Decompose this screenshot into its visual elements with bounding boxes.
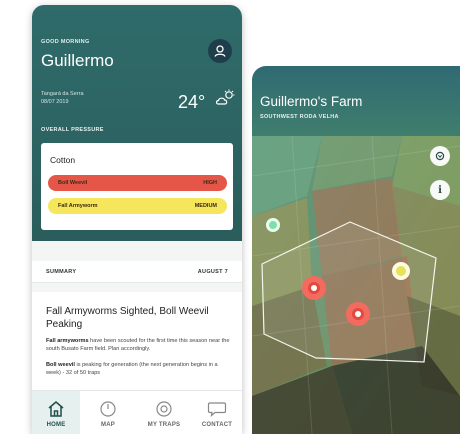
article-bold: Boll weevil xyxy=(46,362,75,368)
article-title: Fall Armyworms Sighted, Boll Weevil Peak… xyxy=(46,306,209,330)
article-bold: Fall armyworms xyxy=(46,338,89,344)
location-pin-button[interactable] xyxy=(430,146,450,166)
trap-marker-center xyxy=(311,285,317,291)
home-screen: GOOD MORNING Guillermo Tangará da Serra … xyxy=(32,5,242,434)
pest-name: Fall Armyworm xyxy=(58,203,98,209)
summary-article[interactable]: Fall Armyworms Sighted, Boll Weevil Peak… xyxy=(32,292,242,392)
pest-row-boll-weevil[interactable]: Boll Weevil HIGH xyxy=(48,175,227,191)
summary-label: SUMMARY xyxy=(46,269,77,275)
location-pin-icon xyxy=(435,151,445,161)
trap-icon xyxy=(156,401,172,417)
map-screen: Guillermo's Farm SOUTHWEST RODA VELHA i xyxy=(252,66,460,434)
home-icon xyxy=(48,401,64,417)
farm-region: SOUTHWEST RODA VELHA xyxy=(260,114,339,120)
chat-bubble-icon xyxy=(207,402,227,418)
nav-label: MAP xyxy=(101,422,115,428)
farm-map[interactable] xyxy=(252,136,460,434)
summary-header: SUMMARY AUGUST 7 xyxy=(32,261,242,283)
nav-map[interactable]: MAP xyxy=(90,391,126,434)
info-button[interactable]: i xyxy=(430,180,450,200)
pest-level: HIGH xyxy=(203,180,217,186)
home-header: GOOD MORNING Guillermo Tangará da Serra … xyxy=(32,5,242,241)
pest-row-fall-armyworm[interactable]: Fall Armyworm MEDIUM xyxy=(48,198,227,214)
article-paragraph: Fall armyworms have been scouted for the… xyxy=(46,338,230,353)
partly-cloudy-icon xyxy=(215,89,235,105)
trap-marker-medium[interactable] xyxy=(392,262,410,280)
map-icon xyxy=(100,401,116,417)
article-paragraph: Boll weevil is peaking for generation (t… xyxy=(46,362,230,377)
date-text: 08/07 2019 xyxy=(41,99,69,105)
greeting: GOOD MORNING xyxy=(41,39,90,45)
crop-name: Cotton xyxy=(50,155,76,165)
nav-home[interactable]: HOME xyxy=(32,391,80,434)
user-icon xyxy=(214,45,226,57)
user-name: Guillermo xyxy=(41,51,114,70)
nav-my-traps[interactable]: MY TRAPS xyxy=(134,391,194,434)
nav-contact[interactable]: CONTACT xyxy=(194,391,240,434)
summary-date: AUGUST 7 xyxy=(197,269,228,275)
pest-level: MEDIUM xyxy=(194,203,217,209)
trap-marker-low[interactable] xyxy=(266,218,280,232)
farm-title: Guillermo's Farm xyxy=(260,94,363,109)
nav-label: CONTACT xyxy=(201,422,233,428)
nav-label: MY TRAPS xyxy=(147,422,181,428)
pest-name: Boll Weevil xyxy=(58,180,88,186)
location-text: Tangará da Serra xyxy=(41,91,84,97)
temperature: 24° xyxy=(178,92,206,112)
bottom-nav: HOME MAP MY TRAPS CONTACT xyxy=(32,390,242,434)
overall-pressure-label: OVERALL PRESSURE xyxy=(41,127,104,133)
nav-label: HOME xyxy=(46,422,66,428)
profile-button[interactable] xyxy=(208,39,232,63)
trap-marker-center xyxy=(355,311,361,317)
pressure-card[interactable]: Cotton Boll Weevil HIGH Fall Armyworm ME… xyxy=(41,143,233,230)
info-icon: i xyxy=(438,184,442,196)
